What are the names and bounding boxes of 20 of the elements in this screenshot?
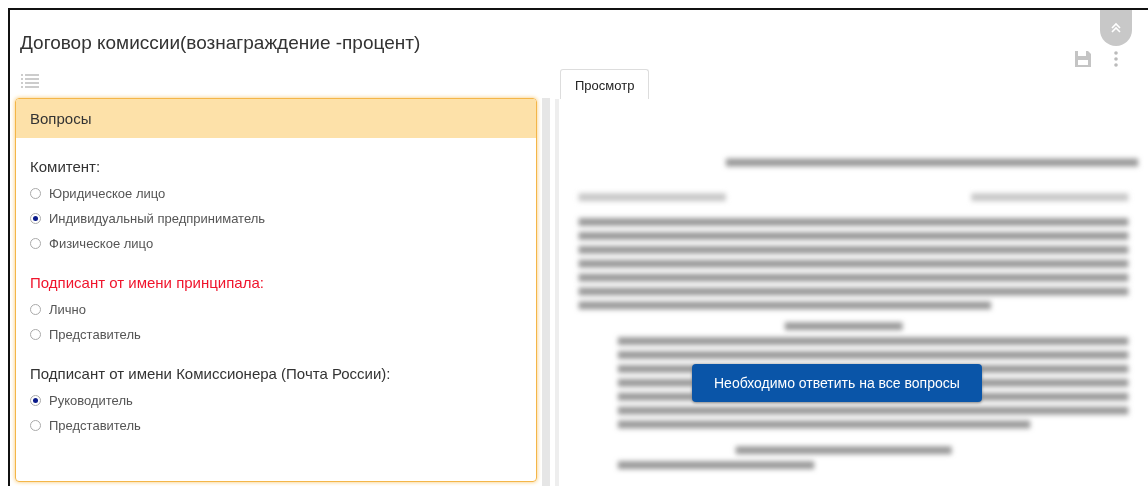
save-icon[interactable] [1074, 50, 1092, 68]
radio-option[interactable]: Представитель [30, 322, 522, 347]
scrollbar[interactable] [542, 98, 550, 486]
radio-option[interactable]: Руководитель [30, 388, 522, 413]
radio-option[interactable]: Юридическое лицо [30, 181, 522, 206]
question-label: Комитент: [30, 158, 102, 175]
radio-option[interactable]: Лично [30, 297, 522, 322]
list-icon[interactable] [21, 74, 39, 88]
notice-button[interactable]: Необходимо ответить на все вопросы [692, 364, 982, 402]
page-title: Договор комиссии(вознаграждение -процент) [20, 32, 421, 54]
panel-header: Вопросы [16, 99, 536, 138]
scroll-up-button[interactable] [1100, 10, 1132, 46]
question-label: Подписант от имени Комиссионера (Почта России): [30, 365, 392, 382]
radio-option[interactable]: Индивидуальный предприниматель [30, 206, 522, 231]
question-label: Подписант от имени принципала: [30, 274, 265, 291]
more-icon[interactable] [1114, 51, 1118, 67]
radio-option[interactable]: Физическое лицо [30, 231, 522, 256]
radio-option[interactable]: Представитель [30, 413, 522, 438]
double-chevron-up-icon [1110, 22, 1122, 34]
preview-tab[interactable]: Просмотр [560, 69, 650, 99]
